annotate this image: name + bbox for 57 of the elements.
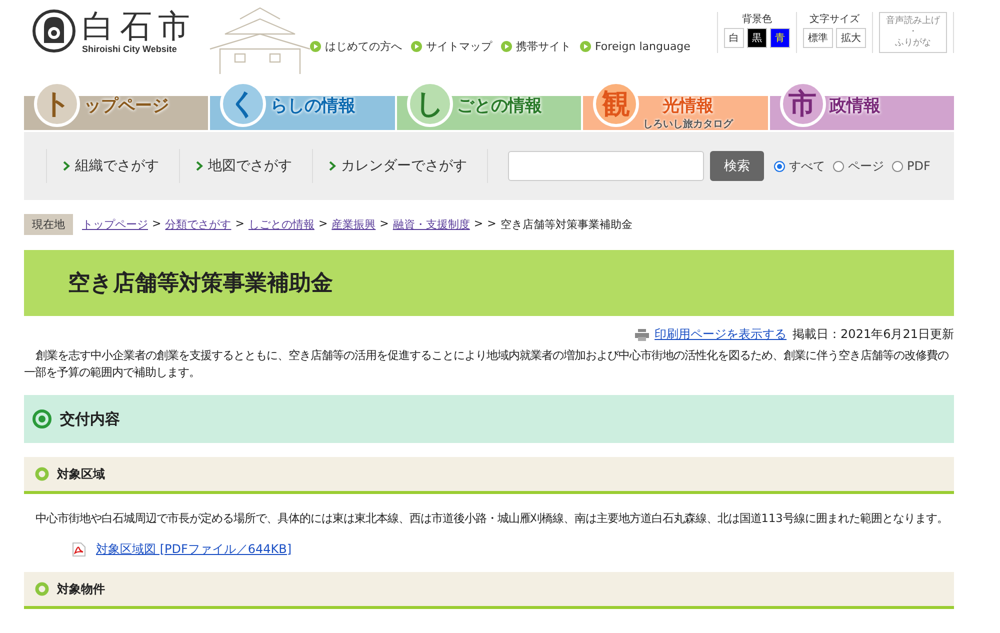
ring-icon <box>35 467 49 481</box>
chevron-icon <box>329 161 336 171</box>
bullet-icon <box>310 41 321 52</box>
tool-label: 背景色 <box>742 12 772 26</box>
breadcrumb-separator: > <box>318 217 328 232</box>
bullet-icon <box>411 41 422 52</box>
breadcrumb-separator: > <box>380 217 389 232</box>
breadcrumb-link[interactable]: トップページ <box>82 217 148 232</box>
breadcrumb-separator: > <box>474 217 484 232</box>
subsection-title: 対象物件 <box>57 580 105 598</box>
tool-label: 文字サイズ <box>810 12 860 26</box>
header-link[interactable]: 携帯サイト <box>501 39 571 54</box>
printer-icon <box>634 328 649 340</box>
background-color-button[interactable]: 白 <box>724 28 744 48</box>
breadcrumb-separator: > <box>487 217 496 232</box>
body-paragraph: 中心市街地や白石城周辺で市長が定める場所で、具体的には東は東北本線、西は市道後小路・城山雁刈橋線、南は主要地方道白石丸森線、北は国道113号線に囲まれた範囲となります。 <box>34 511 949 527</box>
header-link[interactable]: はじめての方へ <box>310 39 402 54</box>
print-link[interactable]: 印刷用ページを表示する <box>654 326 787 343</box>
pdf-link[interactable]: 対象区域図 [PDFファイル／644KB] <box>96 541 292 558</box>
breadcrumb-link[interactable]: 分類でさがす <box>165 217 232 232</box>
font-size-button[interactable]: 標準 <box>803 28 833 48</box>
update-date: 掲載日：2021年6月21日更新 <box>792 326 954 343</box>
intro-paragraph: 創業を志す中小企業者の創業を支援するとともに、空き店舗等の活用を促進することにより地域内就業者の増加および中心市街地の活性化を図るため、創業に伴う空き店舗等の改修費の一部を予算の範囲内で補助します。 <box>24 348 950 381</box>
font-size-button[interactable]: 拡大 <box>836 28 866 48</box>
pdf-file-icon <box>72 542 86 557</box>
chevron-icon <box>196 161 203 171</box>
page-title: 空き店舗等対策事業補助金 <box>24 250 954 316</box>
background-color-button[interactable]: 黒 <box>747 28 767 48</box>
breadcrumb-link[interactable]: しごとの情報 <box>248 217 314 232</box>
current-location-label: 現在地 <box>24 214 73 235</box>
scope-radio[interactable]: PDF <box>892 158 930 174</box>
bullet-icon <box>580 41 591 52</box>
search-link[interactable]: 組織でさがす <box>46 149 179 183</box>
header-link[interactable]: サイトマップ <box>411 39 492 54</box>
breadcrumb-link[interactable]: 融資・支援制度 <box>392 217 470 232</box>
breadcrumb-current: 空き店舗等対策事業補助金 <box>500 217 632 232</box>
background-color-button[interactable]: 青 <box>770 28 790 48</box>
search-field[interactable] <box>508 151 704 181</box>
scope-radio[interactable]: すべて <box>774 158 825 174</box>
breadcrumb-separator: > <box>235 217 244 232</box>
site-logo-subtitle: Shiroishi City Website <box>82 44 178 54</box>
bullet-icon <box>501 41 512 52</box>
reader-button[interactable]: 音声読み上げ ・ ふりがな <box>879 12 947 53</box>
search-link[interactable]: カレンダーでさがす <box>312 149 488 183</box>
scope-radio[interactable]: ページ <box>833 158 884 174</box>
subsection-title: 対象区域 <box>57 466 105 482</box>
breadcrumb-separator: > <box>152 217 162 232</box>
logo-icon <box>32 9 76 53</box>
site-logo-title[interactable]: 白石市 <box>82 8 196 44</box>
chevron-icon <box>63 161 70 171</box>
search-button[interactable]: 検索 <box>710 151 764 181</box>
header-link[interactable]: Foreign language <box>580 39 690 54</box>
breadcrumb-link[interactable]: 産業振興 <box>332 217 376 232</box>
ring-icon <box>32 409 52 429</box>
ring-icon <box>35 582 49 596</box>
search-link[interactable]: 地図でさがす <box>179 149 312 183</box>
section-title: 交付内容 <box>60 410 120 428</box>
